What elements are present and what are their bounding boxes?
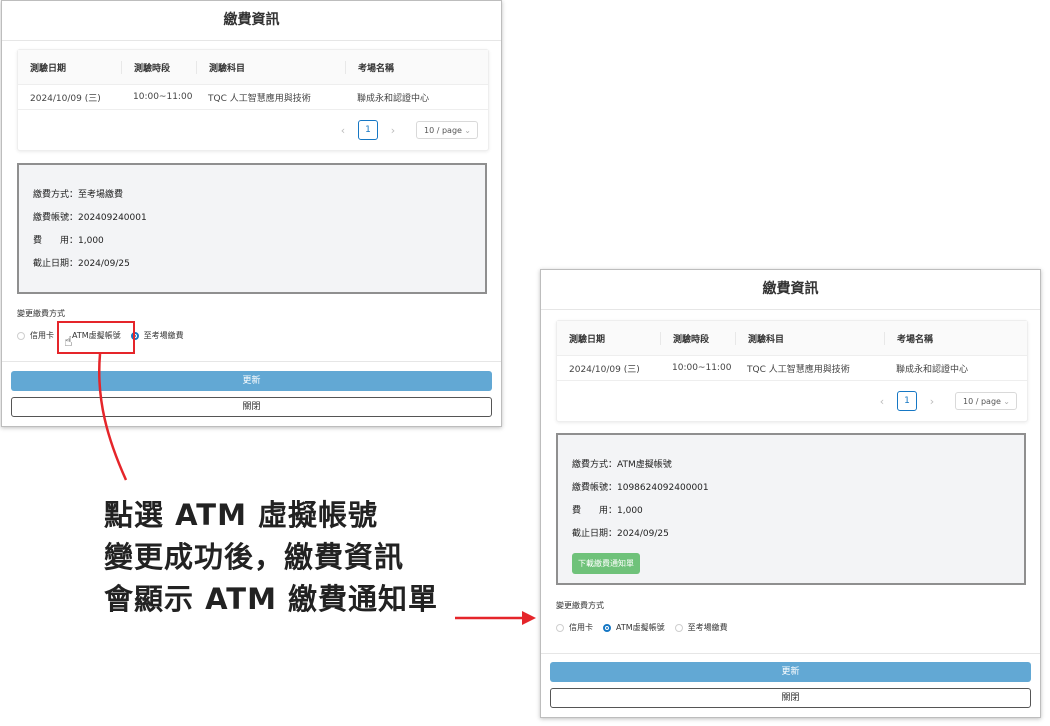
payment-deadline-text: 截止日期：2024/09/25: [33, 259, 130, 269]
pointer-arrow-head: [522, 611, 536, 625]
annotation-text: 點選 ATM 虛擬帳號 變更成功後，繳費資訊 會顯示 ATM 繳費通知單: [104, 494, 438, 620]
cell-time: 10:00~11:00: [672, 363, 732, 373]
col-venue: 考場名稱: [884, 331, 1027, 345]
change-method-label: 變更繳費方式: [556, 601, 604, 610]
cell-date: 2024/10/09 (三): [30, 93, 101, 104]
page-1-button[interactable]: 1: [358, 120, 378, 140]
table-header: 測驗日期 測驗時段 測驗科目 考場名稱: [18, 50, 488, 85]
col-venue: 考場名稱: [345, 60, 488, 74]
payment-deadline-text: 截止日期：2024/09/25: [572, 529, 669, 539]
page-size-select[interactable]: 10 / page ⌄: [955, 392, 1017, 410]
cell-subject: TQC 人工智慧應用與技術: [208, 93, 311, 104]
download-notice-button[interactable]: 下載繳費通知單: [572, 553, 640, 574]
payment-fee-text: 費 用：1,000: [572, 506, 643, 516]
dialog-title: 繳費資訊: [541, 270, 1040, 310]
payment-info-box: 繳費方式：至考場繳費 繳費帳號：202409240001 費 用：1,000 截…: [17, 163, 487, 294]
payment-info-dialog-after: 繳費資訊 測驗日期 測驗時段 測驗科目 考場名稱 2024/10/09 (三) …: [540, 269, 1041, 718]
col-exam-time: 測驗時段: [121, 60, 196, 74]
pagination: ‹ 1 › 10 / page ⌄: [557, 381, 1027, 421]
close-button[interactable]: 關閉: [550, 688, 1031, 708]
radio-circle-icon: [674, 623, 683, 632]
payment-method-radios: 信用卡 ATM虛擬帳號 至考場繳費: [556, 622, 738, 633]
cell-date: 2024/10/09 (三): [569, 364, 640, 375]
radio-circle-icon: [17, 331, 25, 340]
radio-onsite[interactable]: 至考場繳費: [130, 330, 184, 341]
payment-account-text: 繳費帳號：202409240001: [33, 213, 147, 223]
next-page-icon[interactable]: ›: [382, 124, 404, 137]
radio-checked-icon: [603, 623, 611, 632]
col-exam-subject: 測驗科目: [735, 331, 884, 345]
page-1-button[interactable]: 1: [897, 391, 917, 411]
prev-page-icon[interactable]: ‹: [871, 395, 893, 408]
dialog-title: 繳費資訊: [2, 1, 501, 41]
chevron-down-icon: ⌄: [1003, 397, 1010, 406]
annotation-line: 點選 ATM 虛擬帳號: [104, 498, 379, 532]
cell-time: 10:00~11:00: [133, 92, 193, 102]
payment-method-text: 繳費方式：ATM虛擬帳號: [572, 460, 672, 470]
radio-credit-card[interactable]: 信用卡: [17, 330, 54, 341]
update-button[interactable]: 更新: [550, 662, 1031, 682]
radio-label: 信用卡: [30, 331, 54, 340]
col-exam-date: 測驗日期: [30, 63, 67, 74]
col-exam-date: 測驗日期: [569, 334, 606, 345]
change-method-label: 變更繳費方式: [17, 309, 65, 318]
close-button[interactable]: 關閉: [11, 397, 492, 417]
update-button[interactable]: 更新: [11, 371, 492, 391]
radio-label: 至考場繳費: [687, 623, 728, 632]
cell-venue: 聯成永和認證中心: [896, 364, 969, 375]
page-size-value: 10 / page: [963, 397, 1001, 406]
radio-label: 至考場繳費: [143, 331, 184, 340]
radio-circle-icon: [556, 623, 564, 632]
radio-label: 信用卡: [569, 623, 593, 632]
hand-cursor-icon: ☝: [64, 334, 73, 350]
prev-page-icon[interactable]: ‹: [332, 124, 354, 137]
annotation-line: 變更成功後，繳費資訊: [104, 540, 405, 574]
exam-table-card: 測驗日期 測驗時段 測驗科目 考場名稱 2024/10/09 (三) 10:00…: [17, 49, 489, 151]
radio-atm[interactable]: ATM虛擬帳號: [603, 622, 665, 633]
cell-subject: TQC 人工智慧應用與技術: [747, 364, 850, 375]
table-row: 2024/10/09 (三) 10:00~11:00 TQC 人工智慧應用與技術…: [18, 85, 488, 110]
exam-table-card: 測驗日期 測驗時段 測驗科目 考場名稱 2024/10/09 (三) 10:00…: [556, 320, 1028, 422]
chevron-down-icon: ⌄: [464, 126, 471, 135]
payment-info-box: 繳費方式：ATM虛擬帳號 繳費帳號：1098624092400001 費 用：1…: [556, 433, 1026, 585]
cell-venue: 聯成永和認證中心: [357, 93, 430, 104]
radio-credit-card[interactable]: 信用卡: [556, 622, 593, 633]
annotation-line: 會顯示 ATM 繳費通知單: [104, 582, 439, 616]
payment-method-text: 繳費方式：至考場繳費: [33, 190, 124, 200]
pagination: ‹ 1 › 10 / page ⌄: [18, 110, 488, 150]
table-row: 2024/10/09 (三) 10:00~11:00 TQC 人工智慧應用與技術…: [557, 356, 1027, 381]
payment-account-text: 繳費帳號：1098624092400001: [572, 483, 709, 493]
table-header: 測驗日期 測驗時段 測驗科目 考場名稱: [557, 321, 1027, 356]
footer-divider: [2, 361, 501, 362]
footer-divider: [541, 653, 1040, 654]
radio-label: ATM虛擬帳號: [616, 623, 665, 632]
payment-fee-text: 費 用：1,000: [33, 236, 104, 246]
page-size-select[interactable]: 10 / page ⌄: [416, 121, 478, 139]
radio-onsite[interactable]: 至考場繳費: [674, 622, 728, 633]
payment-info-dialog-before: 繳費資訊 測驗日期 測驗時段 測驗科目 考場名稱 2024/10/09 (三) …: [1, 0, 502, 427]
page-size-value: 10 / page: [424, 126, 462, 135]
col-exam-subject: 測驗科目: [196, 60, 345, 74]
col-exam-time: 測驗時段: [660, 331, 735, 345]
next-page-icon[interactable]: ›: [921, 395, 943, 408]
